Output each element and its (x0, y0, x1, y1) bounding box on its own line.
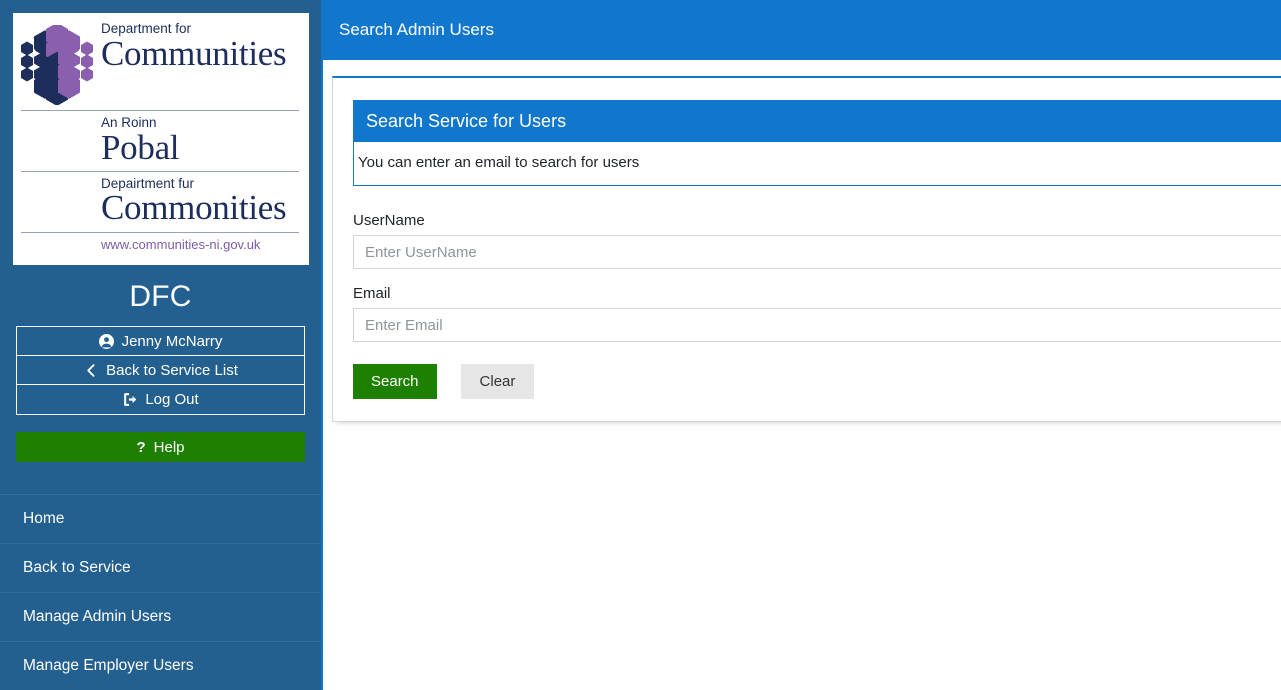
search-card: Search Service for Users You can enter a… (332, 76, 1281, 422)
help-button[interactable]: ? Help (16, 432, 305, 462)
department-logo: Department for Communities An Roinn Poba… (13, 13, 309, 265)
page-header: Search Admin Users (323, 0, 1281, 60)
logo-divider-1 (21, 110, 299, 111)
brand-title: DFC (129, 280, 192, 313)
form-button-row: Search Clear (353, 364, 1281, 399)
sidebar-item-manage-employer-users-label: Manage Employer Users (23, 657, 194, 674)
hexagon-logo-icon (21, 22, 93, 106)
sidebar-nav: Home Back to Service Manage Admin Users … (0, 494, 321, 690)
back-to-service-list-button[interactable]: Back to Service List (17, 356, 304, 385)
search-button[interactable]: Search (353, 364, 437, 399)
sidebar-item-home[interactable]: Home (0, 495, 321, 544)
current-user-button[interactable]: Jenny McNarry (17, 327, 304, 356)
sidebar-item-home-label: Home (23, 510, 65, 527)
user-actions-box: Jenny McNarry Back to Service List Log O… (16, 326, 305, 415)
sidebar-item-manage-employer-users[interactable]: Manage Employer Users (0, 642, 321, 690)
sidebar-item-manage-admin-users[interactable]: Manage Admin Users (0, 593, 321, 642)
sidebar: Department for Communities An Roinn Poba… (0, 0, 321, 690)
logo-line-1-big: Communities (101, 33, 287, 73)
clear-button[interactable]: Clear (460, 364, 535, 399)
current-user-label: Jenny McNarry (121, 332, 223, 350)
search-panel-intro: You can enter an email to search for use… (358, 154, 640, 171)
sidebar-item-manage-admin-users-label: Manage Admin Users (23, 608, 172, 625)
logo-website-url: www.communities-ni.gov.uk (101, 236, 261, 252)
email-input[interactable] (353, 308, 1281, 342)
search-panel-header: Search Service for Users (354, 101, 1281, 142)
search-panel-body: You can enter an email to search for use… (354, 142, 1281, 185)
sign-out-icon (122, 392, 138, 408)
username-input[interactable] (353, 235, 1281, 269)
sidebar-item-back-to-service-label: Back to Service (23, 559, 131, 576)
logo-line-2-big: Pobal (101, 127, 180, 167)
question-mark-icon: ? (136, 438, 146, 456)
email-label: Email (353, 285, 391, 302)
back-to-service-list-label: Back to Service List (106, 361, 238, 379)
main-content: Search Admin Users Search Service for Us… (321, 0, 1281, 690)
app-root: Department for Communities An Roinn Poba… (0, 0, 1281, 690)
page-title: Search Admin Users (339, 20, 494, 39)
logo-divider-3 (21, 231, 299, 233)
search-panel: Search Service for Users You can enter a… (353, 100, 1281, 186)
log-out-button[interactable]: Log Out (17, 385, 304, 414)
log-out-label: Log Out (145, 391, 199, 408)
help-button-label: Help (153, 438, 185, 456)
search-panel-title: Search Service for Users (366, 111, 567, 131)
chevron-left-icon (83, 362, 99, 378)
sidebar-item-back-to-service[interactable]: Back to Service (0, 544, 321, 593)
user-circle-icon (99, 333, 115, 349)
username-label: UserName (353, 212, 425, 229)
logo-divider-2 (21, 170, 299, 172)
logo-line-3-big: Commonities (101, 188, 287, 228)
content-wrapper: Search Service for Users You can enter a… (323, 60, 1281, 422)
username-field-group: UserName (353, 212, 1281, 269)
email-field-group: Email (353, 285, 1281, 342)
search-form: UserName Email Search Clear (353, 186, 1281, 399)
